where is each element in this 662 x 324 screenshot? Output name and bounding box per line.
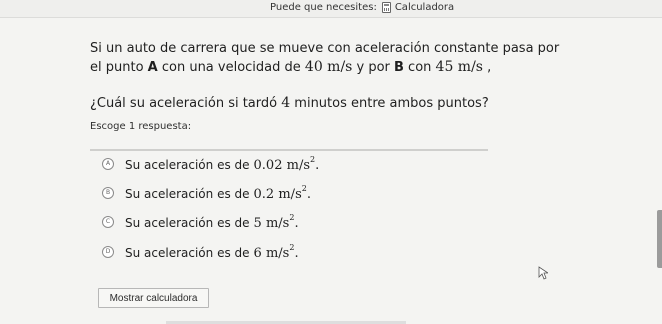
answer-d-punctuation: . bbox=[294, 246, 299, 261]
answer-a-value: 0.02 bbox=[253, 158, 283, 173]
radio-d-icon[interactable]: D bbox=[102, 246, 114, 258]
answer-b-punctuation: . bbox=[306, 187, 311, 202]
speed-b-value: 45 m/s bbox=[435, 59, 483, 75]
tools-label: Puede que necesites: bbox=[270, 2, 377, 13]
radio-b-icon[interactable]: B bbox=[102, 187, 114, 199]
answer-a-unit: m/s bbox=[286, 158, 311, 173]
answer-d-unit: m/s bbox=[265, 246, 290, 261]
point-a-label: A bbox=[147, 60, 158, 75]
answer-c-value: 5 bbox=[253, 216, 262, 231]
scrollbar-thumb[interactable] bbox=[657, 210, 662, 268]
question-end: , bbox=[482, 60, 492, 75]
answer-c-unit: m/s bbox=[265, 216, 290, 231]
answer-d-label: Su aceleración es de bbox=[125, 246, 250, 260]
answer-a-text: Su aceleración es de 0.02 m/s2. bbox=[125, 155, 319, 173]
radio-a-icon[interactable]: A bbox=[102, 158, 114, 170]
point-b-label: B bbox=[394, 60, 404, 75]
minutes-value: 4 bbox=[281, 95, 291, 111]
top-toolbar: Puede que necesites: Calculadora bbox=[0, 0, 662, 18]
answer-a-punctuation: . bbox=[315, 158, 320, 173]
answer-d-text: Su aceleración es de 6 m/s2. bbox=[125, 243, 299, 261]
answer-option-c[interactable]: C Su aceleración es de 5 m/s2. bbox=[102, 213, 299, 231]
answer-c-punctuation: . bbox=[294, 216, 299, 231]
answer-option-d[interactable]: D Su aceleración es de 6 m/s2. bbox=[102, 243, 299, 261]
answer-d-value: 6 bbox=[253, 246, 262, 261]
answer-a-math: 0.02 m/s2. bbox=[254, 155, 320, 173]
answer-c-text: Su aceleración es de 5 m/s2. bbox=[125, 213, 299, 231]
question-middle: con una velocidad de bbox=[157, 60, 305, 75]
answer-a-label: Su aceleración es de bbox=[125, 158, 250, 172]
answer-b-value: 0.2 bbox=[253, 187, 275, 202]
show-calculator-button[interactable]: Mostrar calculadora bbox=[98, 288, 209, 308]
question-text: Si un auto de carrera que se mueve con a… bbox=[90, 39, 560, 77]
answer-b-text: Su aceleración es de 0.2 m/s2. bbox=[125, 184, 311, 202]
answer-b-math: 0.2 m/s2. bbox=[254, 184, 311, 202]
calculator-link[interactable]: Calculadora bbox=[381, 2, 455, 13]
answer-option-b[interactable]: B Su aceleración es de 0.2 m/s2. bbox=[102, 184, 311, 202]
question-prompt: ¿Cuál su aceleración si tardó 4 minutos … bbox=[90, 94, 560, 113]
answer-option-a[interactable]: A Su aceleración es de 0.02 m/s2. bbox=[102, 155, 319, 173]
answer-c-label: Su aceleración es de bbox=[125, 216, 250, 230]
choose-label: Escoge 1 respuesta: bbox=[90, 121, 192, 132]
question-with: con bbox=[403, 60, 436, 75]
radio-c-icon[interactable]: C bbox=[102, 216, 114, 228]
divider bbox=[90, 149, 488, 151]
calculator-icon bbox=[381, 2, 391, 13]
answer-d-math: 6 m/s2. bbox=[254, 243, 299, 261]
prompt-end: minutos entre ambos puntos? bbox=[290, 96, 489, 111]
calculator-label: Calculadora bbox=[394, 2, 455, 13]
answer-b-label: Su aceleración es de bbox=[125, 187, 250, 201]
mouse-cursor-icon bbox=[538, 266, 548, 280]
tools-area: Puede que necesites: Calculadora bbox=[270, 2, 454, 13]
prompt-start: ¿Cuál su aceleración si tardó bbox=[90, 96, 282, 111]
question-and-by: y por bbox=[352, 60, 394, 75]
speed-a-value: 40 m/s bbox=[304, 59, 353, 75]
answer-c-math: 5 m/s2. bbox=[254, 213, 299, 231]
answer-b-unit: m/s bbox=[278, 187, 302, 202]
